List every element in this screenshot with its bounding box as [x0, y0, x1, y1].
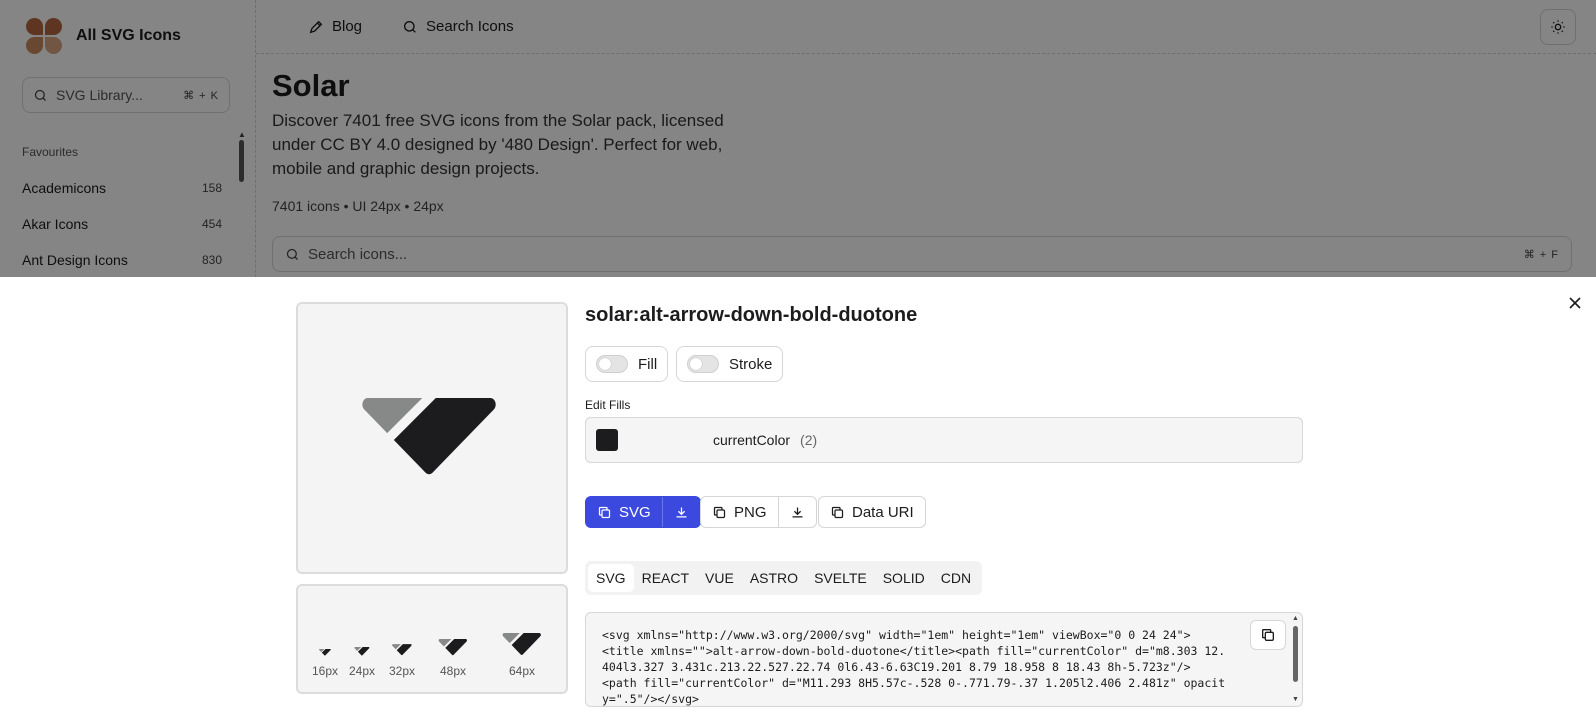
copy-icon	[598, 506, 611, 518]
data-uri-button-group: Data URI	[818, 496, 926, 528]
size-preview-16[interactable]: 16px	[312, 649, 338, 678]
fill-color-row[interactable]: currentColor (2)	[585, 417, 1303, 463]
size-label: 16px	[312, 664, 339, 678]
copy-svg-button[interactable]: SVG	[586, 497, 662, 527]
alt-arrow-down-icon	[438, 639, 467, 656]
size-preview-32[interactable]: 32px	[389, 644, 415, 678]
icon-detail-drawer: 16px 24px 32px 48px 64px solar:alt-arrow…	[0, 277, 1596, 727]
size-previews: 16px 24px 32px 48px 64px	[296, 584, 568, 694]
fill-toggle[interactable]: Fill	[585, 346, 669, 382]
code-scroll-down-icon[interactable]: ▼	[1292, 696, 1299, 703]
tab-react[interactable]: REACT	[634, 564, 697, 592]
fill-toggle-label: Fill	[638, 355, 658, 373]
tab-svg[interactable]: SVG	[588, 564, 634, 592]
png-button-group: PNG	[700, 496, 817, 528]
size-label: 32px	[389, 664, 416, 678]
size-label: 64px	[508, 664, 536, 678]
icon-preview	[296, 302, 568, 574]
code-tabs: SVG REACT VUE ASTRO SVELTE SOLID CDN	[585, 561, 983, 595]
alt-arrow-down-icon	[362, 398, 496, 475]
tab-svelte[interactable]: SVELTE	[806, 564, 875, 592]
data-uri-button-label: Data URI	[852, 503, 914, 521]
copy-code-button[interactable]	[1250, 620, 1286, 650]
code-scrollbar[interactable]	[1293, 626, 1298, 682]
size-label: 24px	[349, 664, 376, 678]
alt-arrow-down-icon	[392, 644, 412, 656]
fill-switch[interactable]	[596, 355, 628, 373]
edit-fills-label: Edit Fills	[585, 398, 631, 412]
copy-data-uri-button[interactable]: Data URI	[819, 497, 925, 527]
copy-icon	[831, 506, 844, 518]
download-svg-button[interactable]	[661, 497, 700, 527]
tab-cdn[interactable]: CDN	[933, 564, 979, 592]
copy-icon	[713, 506, 726, 518]
tab-astro[interactable]: ASTRO	[742, 564, 806, 592]
download-icon	[792, 507, 803, 517]
size-label: 48px	[439, 664, 467, 678]
stroke-toggle[interactable]: Stroke	[676, 346, 784, 382]
alt-arrow-down-icon	[319, 649, 331, 656]
fill-color-name: currentColor	[713, 432, 791, 448]
tab-solid[interactable]: SOLID	[875, 564, 933, 592]
code-scroll-up-icon[interactable]: ▲	[1292, 615, 1299, 622]
alt-arrow-down-icon	[354, 647, 370, 656]
modal-backdrop[interactable]	[0, 0, 1596, 277]
close-icon	[1569, 297, 1581, 309]
copy-png-button[interactable]: PNG	[701, 497, 778, 527]
stroke-switch[interactable]	[687, 355, 719, 373]
download-png-button[interactable]	[777, 497, 816, 527]
download-icon	[676, 507, 687, 517]
size-preview-24[interactable]: 24px	[349, 647, 375, 678]
fill-color-count: (2)	[800, 432, 818, 448]
svg-button-group: SVG	[585, 496, 701, 528]
svg-button-label: SVG	[619, 503, 651, 521]
close-button[interactable]	[1565, 293, 1585, 313]
alt-arrow-down-icon	[502, 633, 541, 655]
color-swatch[interactable]	[596, 429, 618, 451]
stroke-toggle-label: Stroke	[729, 355, 773, 373]
icon-name-heading: solar:alt-arrow-down-bold-duotone	[585, 304, 918, 326]
tab-vue[interactable]: VUE	[697, 564, 742, 592]
size-preview-64[interactable]: 64px	[502, 633, 542, 678]
copy-icon	[1262, 629, 1274, 641]
size-preview-48[interactable]: 48px	[438, 639, 468, 678]
code-block[interactable]: <svg xmlns="http://www.w3.org/2000/svg" …	[585, 612, 1303, 707]
png-button-label: PNG	[734, 503, 767, 521]
